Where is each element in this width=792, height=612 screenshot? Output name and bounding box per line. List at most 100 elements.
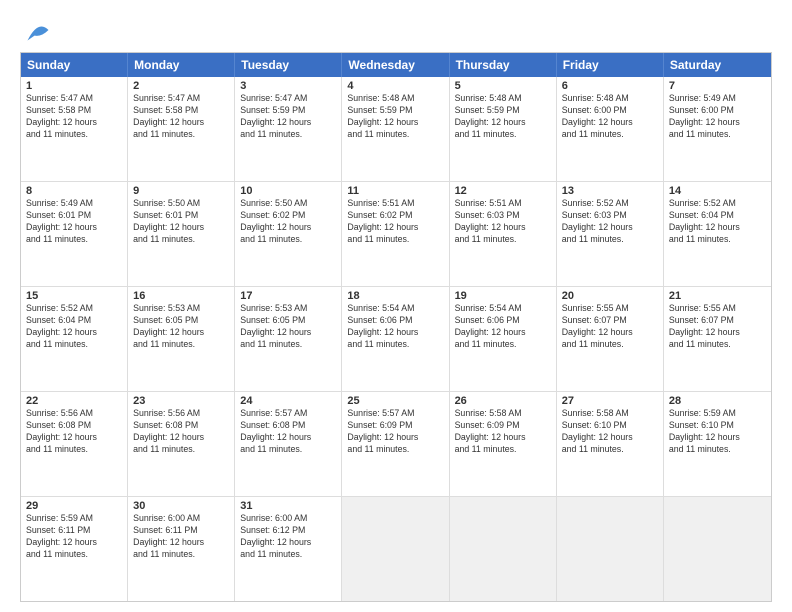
day-info: Sunrise: 5:57 AMSunset: 6:09 PMDaylight:… xyxy=(347,408,443,456)
calendar-cell: 30Sunrise: 6:00 AMSunset: 6:11 PMDayligh… xyxy=(128,497,235,601)
calendar-cell: 26Sunrise: 5:58 AMSunset: 6:09 PMDayligh… xyxy=(450,392,557,496)
day-info: Sunrise: 5:51 AMSunset: 6:02 PMDaylight:… xyxy=(347,198,443,246)
day-info: Sunrise: 5:48 AMSunset: 6:00 PMDaylight:… xyxy=(562,93,658,141)
header-cell-tuesday: Tuesday xyxy=(235,53,342,77)
day-number: 23 xyxy=(133,395,229,407)
calendar-cell: 28Sunrise: 5:59 AMSunset: 6:10 PMDayligh… xyxy=(664,392,771,496)
calendar-header: SundayMondayTuesdayWednesdayThursdayFrid… xyxy=(21,53,771,77)
page: SundayMondayTuesdayWednesdayThursdayFrid… xyxy=(0,0,792,612)
calendar-cell: 13Sunrise: 5:52 AMSunset: 6:03 PMDayligh… xyxy=(557,182,664,286)
calendar-cell: 1Sunrise: 5:47 AMSunset: 5:58 PMDaylight… xyxy=(21,77,128,181)
day-number: 5 xyxy=(455,80,551,92)
header-cell-saturday: Saturday xyxy=(664,53,771,77)
day-info: Sunrise: 5:47 AMSunset: 5:58 PMDaylight:… xyxy=(133,93,229,141)
calendar-cell: 16Sunrise: 5:53 AMSunset: 6:05 PMDayligh… xyxy=(128,287,235,391)
calendar-cell: 7Sunrise: 5:49 AMSunset: 6:00 PMDaylight… xyxy=(664,77,771,181)
day-number: 22 xyxy=(26,395,122,407)
day-info: Sunrise: 5:48 AMSunset: 5:59 PMDaylight:… xyxy=(455,93,551,141)
day-number: 25 xyxy=(347,395,443,407)
calendar-cell: 19Sunrise: 5:54 AMSunset: 6:06 PMDayligh… xyxy=(450,287,557,391)
day-number: 9 xyxy=(133,185,229,197)
calendar-cell: 21Sunrise: 5:55 AMSunset: 6:07 PMDayligh… xyxy=(664,287,771,391)
calendar-row-5: 29Sunrise: 5:59 AMSunset: 6:11 PMDayligh… xyxy=(21,496,771,601)
day-number: 1 xyxy=(26,80,122,92)
calendar-cell: 4Sunrise: 5:48 AMSunset: 5:59 PMDaylight… xyxy=(342,77,449,181)
calendar-row-4: 22Sunrise: 5:56 AMSunset: 6:08 PMDayligh… xyxy=(21,391,771,496)
calendar-cell: 23Sunrise: 5:56 AMSunset: 6:08 PMDayligh… xyxy=(128,392,235,496)
calendar-cell: 24Sunrise: 5:57 AMSunset: 6:08 PMDayligh… xyxy=(235,392,342,496)
day-info: Sunrise: 5:55 AMSunset: 6:07 PMDaylight:… xyxy=(562,303,658,351)
day-info: Sunrise: 5:49 AMSunset: 6:01 PMDaylight:… xyxy=(26,198,122,246)
calendar-cell xyxy=(342,497,449,601)
day-number: 15 xyxy=(26,290,122,302)
calendar-row-3: 15Sunrise: 5:52 AMSunset: 6:04 PMDayligh… xyxy=(21,286,771,391)
calendar-cell: 14Sunrise: 5:52 AMSunset: 6:04 PMDayligh… xyxy=(664,182,771,286)
calendar-cell: 25Sunrise: 5:57 AMSunset: 6:09 PMDayligh… xyxy=(342,392,449,496)
calendar-cell: 2Sunrise: 5:47 AMSunset: 5:58 PMDaylight… xyxy=(128,77,235,181)
header xyxy=(20,16,772,44)
calendar-cell: 9Sunrise: 5:50 AMSunset: 6:01 PMDaylight… xyxy=(128,182,235,286)
day-info: Sunrise: 6:00 AMSunset: 6:11 PMDaylight:… xyxy=(133,513,229,561)
day-info: Sunrise: 5:53 AMSunset: 6:05 PMDaylight:… xyxy=(133,303,229,351)
calendar-cell: 29Sunrise: 5:59 AMSunset: 6:11 PMDayligh… xyxy=(21,497,128,601)
day-number: 29 xyxy=(26,500,122,512)
calendar-cell: 8Sunrise: 5:49 AMSunset: 6:01 PMDaylight… xyxy=(21,182,128,286)
day-info: Sunrise: 5:57 AMSunset: 6:08 PMDaylight:… xyxy=(240,408,336,456)
logo-icon xyxy=(24,16,52,44)
calendar-cell: 17Sunrise: 5:53 AMSunset: 6:05 PMDayligh… xyxy=(235,287,342,391)
calendar-body: 1 Sunrise: 5:47 AMSunset: 5:58 PMDaylight… xyxy=(21,77,771,601)
day-number: 31 xyxy=(240,500,336,512)
calendar-cell: 5Sunrise: 5:48 AMSunset: 5:59 PMDaylight… xyxy=(450,77,557,181)
header-cell-wednesday: Wednesday xyxy=(342,53,449,77)
day-number: 24 xyxy=(240,395,336,407)
day-info: Sunrise: 5:55 AMSunset: 6:07 PMDaylight:… xyxy=(669,303,766,351)
calendar-cell xyxy=(450,497,557,601)
calendar-cell: 22Sunrise: 5:56 AMSunset: 6:08 PMDayligh… xyxy=(21,392,128,496)
day-number: 19 xyxy=(455,290,551,302)
day-number: 14 xyxy=(669,185,766,197)
calendar-row-2: 8Sunrise: 5:49 AMSunset: 6:01 PMDaylight… xyxy=(21,181,771,286)
calendar: SundayMondayTuesdayWednesdayThursdayFrid… xyxy=(20,52,772,602)
day-info: Sunrise: 5:50 AMSunset: 6:01 PMDaylight:… xyxy=(133,198,229,246)
day-number: 17 xyxy=(240,290,336,302)
calendar-cell: 31Sunrise: 6:00 AMSunset: 6:12 PMDayligh… xyxy=(235,497,342,601)
day-info: Sunrise: 5:49 AMSunset: 6:00 PMDaylight:… xyxy=(669,93,766,141)
calendar-cell: 20Sunrise: 5:55 AMSunset: 6:07 PMDayligh… xyxy=(557,287,664,391)
calendar-cell: 18Sunrise: 5:54 AMSunset: 6:06 PMDayligh… xyxy=(342,287,449,391)
day-info: Sunrise: 5:48 AMSunset: 5:59 PMDaylight:… xyxy=(347,93,443,141)
day-info: Sunrise: 5:54 AMSunset: 6:06 PMDaylight:… xyxy=(347,303,443,351)
day-number: 8 xyxy=(26,185,122,197)
day-info: Sunrise: 5:53 AMSunset: 6:05 PMDaylight:… xyxy=(240,303,336,351)
day-number: 13 xyxy=(562,185,658,197)
day-number: 12 xyxy=(455,185,551,197)
day-info: Sunrise: 5:56 AMSunset: 6:08 PMDaylight:… xyxy=(26,408,122,456)
calendar-cell: 15Sunrise: 5:52 AMSunset: 6:04 PMDayligh… xyxy=(21,287,128,391)
day-info: Sunrise: 6:00 AMSunset: 6:12 PMDaylight:… xyxy=(240,513,336,561)
day-info: Sunrise: 5:58 AMSunset: 6:10 PMDaylight:… xyxy=(562,408,658,456)
calendar-cell: 11Sunrise: 5:51 AMSunset: 6:02 PMDayligh… xyxy=(342,182,449,286)
day-info: Sunrise: 5:58 AMSunset: 6:09 PMDaylight:… xyxy=(455,408,551,456)
calendar-cell: 10Sunrise: 5:50 AMSunset: 6:02 PMDayligh… xyxy=(235,182,342,286)
calendar-cell xyxy=(664,497,771,601)
day-number: 27 xyxy=(562,395,658,407)
day-number: 30 xyxy=(133,500,229,512)
day-number: 28 xyxy=(669,395,766,407)
logo xyxy=(20,16,52,44)
day-number: 18 xyxy=(347,290,443,302)
header-cell-thursday: Thursday xyxy=(450,53,557,77)
day-info: Sunrise: 5:47 AMSunset: 5:59 PMDaylight:… xyxy=(240,93,336,141)
day-number: 2 xyxy=(133,80,229,92)
day-number: 4 xyxy=(347,80,443,92)
day-number: 3 xyxy=(240,80,336,92)
day-info: Sunrise: 5:52 AMSunset: 6:04 PMDaylight:… xyxy=(26,303,122,351)
calendar-cell xyxy=(557,497,664,601)
day-info: Sunrise: 5:59 AMSunset: 6:10 PMDaylight:… xyxy=(669,408,766,456)
day-number: 21 xyxy=(669,290,766,302)
calendar-cell: 27Sunrise: 5:58 AMSunset: 6:10 PMDayligh… xyxy=(557,392,664,496)
day-number: 16 xyxy=(133,290,229,302)
day-number: 10 xyxy=(240,185,336,197)
day-info: Sunrise: 5:54 AMSunset: 6:06 PMDaylight:… xyxy=(455,303,551,351)
day-info: Sunrise: 5:51 AMSunset: 6:03 PMDaylight:… xyxy=(455,198,551,246)
header-cell-monday: Monday xyxy=(128,53,235,77)
calendar-cell: 12Sunrise: 5:51 AMSunset: 6:03 PMDayligh… xyxy=(450,182,557,286)
